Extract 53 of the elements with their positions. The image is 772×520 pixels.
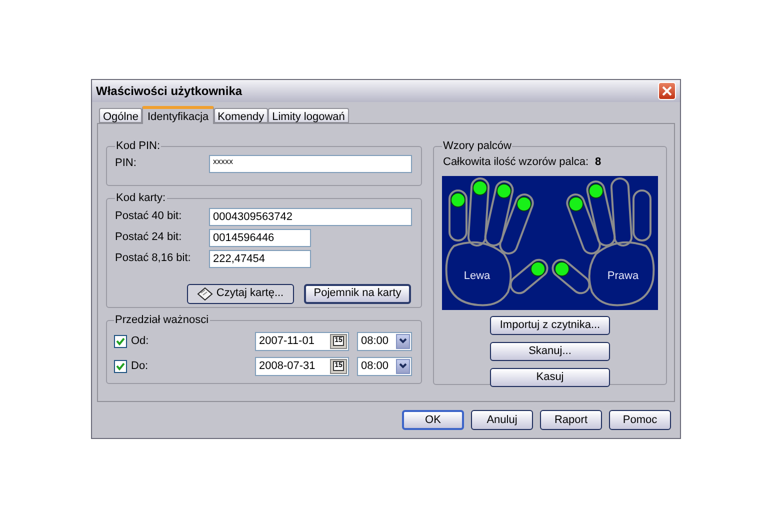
hand-label: Lewa [464,270,490,282]
field-label: Postać 40 bit: [115,209,183,224]
group-title: Kod karty: [115,191,167,206]
tab[interactable]: Limity logowań [268,108,349,123]
tab[interactable]: Identyfikacja [142,106,214,124]
card-code-field[interactable]: 222,47454 [209,250,311,268]
finger-drawing[interactable] [482,178,516,248]
card-code-field[interactable]: 0014596446 [209,228,311,246]
time-dropdown[interactable]: 08:00 [357,332,412,350]
button[interactable]: Importuj z czytnika... [490,316,610,334]
date-value: 2008-07-31 [259,358,316,374]
window-title: Właściwości użytkownika [96,83,242,100]
checkbox[interactable] [114,334,127,348]
count-label: Całkowita ilość wzorów palca: [443,155,590,170]
finger-drawing[interactable] [584,178,618,248]
time-value: 08:00 [361,358,389,374]
button[interactable]: Skanuj... [490,342,610,360]
group-title: Kod PIN: [115,139,162,154]
finger-drawing[interactable] [466,176,490,246]
finger-drawing[interactable] [496,190,536,256]
count-value: 8 [595,155,602,170]
field-label: Postać 8,16 bit: [115,251,192,266]
finger-drawing[interactable] [448,189,468,241]
finger-drawing[interactable] [610,176,634,246]
close-icon [662,86,672,96]
tab[interactable]: Ogólne [99,108,142,123]
palm-outline [445,240,512,306]
button[interactable]: Anuluj [471,410,533,430]
button[interactable]: Raport [540,410,602,430]
button[interactable]: Kasuj [490,368,610,386]
date-value: 2007-11-01 [259,334,314,349]
field-label: PIN: [115,156,138,172]
card-container-button[interactable]: Pojemnik na karty [304,284,411,304]
close-button[interactable] [658,82,676,100]
time-value: 08:00 [361,334,389,349]
palm-outline [588,240,655,306]
finger-drawing[interactable] [632,189,652,241]
hand-label: Prawa [607,270,639,282]
card-icon [197,286,214,300]
tab[interactable]: Komendy [214,108,268,123]
button[interactable]: OK [402,410,464,430]
checkbox-label: Do: [131,358,150,374]
read-card-button[interactable]: Czytaj kartę... [187,284,294,304]
card-code-field[interactable]: 0004309563742 [209,208,412,226]
pin-field[interactable]: xxxxx [209,154,412,172]
checkbox-label: Od: [131,334,150,349]
group-title: Przedział ważnosci [114,313,210,328]
finger-drawing[interactable] [564,190,604,256]
button[interactable]: Pomoc [609,410,671,430]
field-label: Postać 24 bit: [115,230,183,246]
time-dropdown[interactable]: 08:00 [357,356,412,376]
checkbox[interactable] [114,360,127,372]
group-title: Wzory palców [442,139,512,154]
